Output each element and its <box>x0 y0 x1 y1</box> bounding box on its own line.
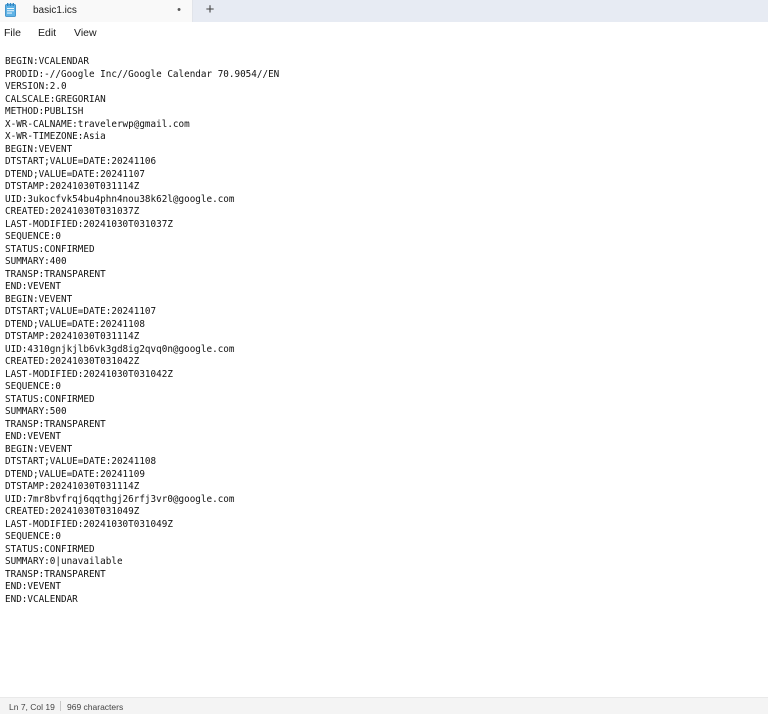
text-line: BEGIN:VEVENT <box>5 293 73 305</box>
text-line: CREATED:20241030T031049Z <box>5 506 140 517</box>
text-line: BEGIN:VEVENT <box>5 143 73 155</box>
text-line: UID:7mr8bvfrqj6qqthgj26rfj3vr0@google.co… <box>5 493 235 505</box>
text-line: STATUS:CONFIRMED <box>5 543 95 555</box>
text-line: CREATED:20241030T031042Z <box>5 356 140 367</box>
text-line: TRANSP:TRANSPARENT <box>5 418 106 430</box>
text-line: UID:3ukocfvk54bu4phn4nou38k62l@google.co… <box>5 193 235 205</box>
text-line: STATUS:CONFIRMED <box>5 393 95 405</box>
tab-title: basic1.ics <box>33 5 77 16</box>
new-tab-button[interactable]: + <box>202 1 218 19</box>
text-line: END:VEVENT <box>5 581 61 592</box>
text-line: VERSION:2.0 <box>5 81 67 92</box>
text-line: END:VEVENT <box>5 281 61 292</box>
text-line: METHOD:PUBLISH <box>5 106 84 117</box>
tab-bar: basic1.ics • + <box>0 0 768 22</box>
text-line: DTEND;VALUE=DATE:20241108 <box>5 318 145 330</box>
text-line: DTSTART;VALUE=DATE:20241107 <box>5 306 157 317</box>
notepad-icon <box>5 3 16 17</box>
text-line: STATUS:CONFIRMED <box>5 243 95 255</box>
text-line: END:VCALENDAR <box>5 593 78 605</box>
text-line: END:VEVENT <box>5 431 61 442</box>
menu-edit[interactable]: Edit <box>38 27 56 39</box>
text-line: X-WR-CALNAME:travelerwp@gmail.com <box>5 118 190 130</box>
text-line: DTSTAMP:20241030T031114Z <box>5 181 140 192</box>
text-line: SUMMARY:400 <box>5 256 67 267</box>
text-line: BEGIN:VCALENDAR <box>5 56 89 67</box>
text-line: X-WR-TIMEZONE:Asia <box>5 131 106 142</box>
text-line: SEQUENCE:0 <box>5 231 61 242</box>
text-line: CALSCALE:GREGORIAN <box>5 93 106 105</box>
text-line: SUMMARY:500 <box>5 406 67 417</box>
menu-bar: File Edit View <box>0 22 768 45</box>
text-line: LAST-MODIFIED:20241030T031042Z <box>5 368 173 380</box>
text-line: PRODID:-//Google Inc//Google Calendar 70… <box>5 68 280 80</box>
text-line: BEGIN:VEVENT <box>5 443 73 455</box>
text-line: LAST-MODIFIED:20241030T031037Z <box>5 218 173 230</box>
text-line: DTSTAMP:20241030T031114Z <box>5 481 140 492</box>
tab-basic1[interactable]: basic1.ics • <box>0 0 193 22</box>
text-editor[interactable]: BEGIN:VCALENDAR PRODID:-//Google Inc//Go… <box>0 45 768 697</box>
menu-file[interactable]: File <box>4 27 21 39</box>
unsaved-indicator[interactable]: • <box>175 4 183 16</box>
text-line: SEQUENCE:0 <box>5 381 61 392</box>
character-count: 969 characters <box>67 702 124 712</box>
status-divider <box>60 701 61 711</box>
text-line: TRANSP:TRANSPARENT <box>5 268 106 280</box>
text-line: SEQUENCE:0 <box>5 531 61 542</box>
cursor-position[interactable]: Ln 7, Col 19 <box>9 702 55 712</box>
text-line: SUMMARY:0|unavailable <box>5 556 123 567</box>
text-line: UID:4310gnjkjlb6vk3gd8ig2qvq0n@google.co… <box>5 343 235 355</box>
text-line: DTSTART;VALUE=DATE:20241108 <box>5 456 157 467</box>
menu-view[interactable]: View <box>74 27 97 39</box>
text-line: DTSTAMP:20241030T031114Z <box>5 331 140 342</box>
text-line: TRANSP:TRANSPARENT <box>5 568 106 580</box>
status-bar: Ln 7, Col 19 969 characters <box>0 697 768 714</box>
text-line: DTSTART;VALUE=DATE:20241106 <box>5 156 157 167</box>
text-line: LAST-MODIFIED:20241030T031049Z <box>5 518 173 530</box>
text-line: DTEND;VALUE=DATE:20241109 <box>5 468 145 480</box>
notepad-window: basic1.ics • + File Edit View BEGIN:VCAL… <box>0 0 768 714</box>
text-content[interactable]: BEGIN:VCALENDAR PRODID:-//Google Inc//Go… <box>5 56 279 606</box>
text-line: CREATED:20241030T031037Z <box>5 206 140 217</box>
text-line: DTEND;VALUE=DATE:20241107 <box>5 168 145 180</box>
